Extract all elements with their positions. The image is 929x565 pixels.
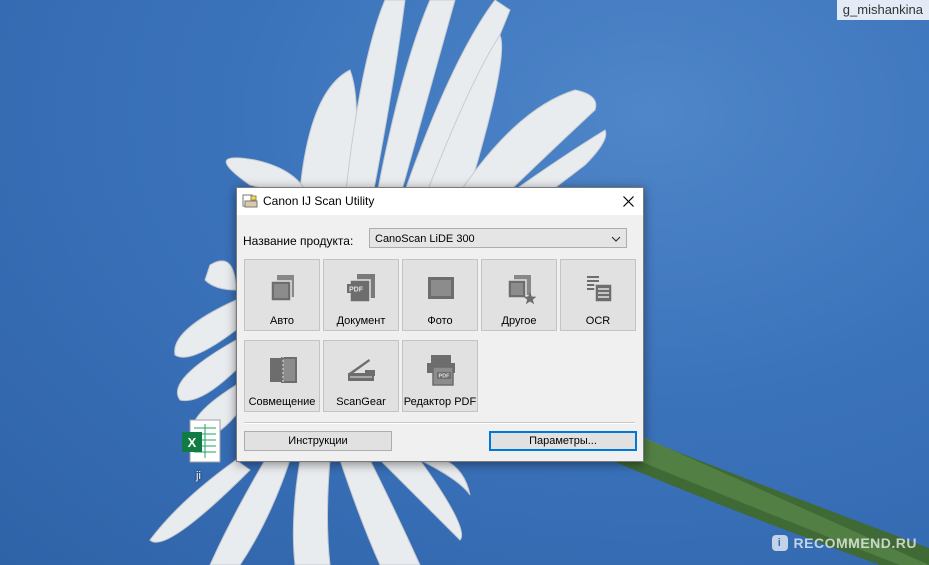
pdf-editor-badge-text: PDF <box>439 374 451 380</box>
stitch-icon <box>270 356 297 384</box>
close-icon <box>622 196 634 207</box>
scangear-label: ScanGear <box>336 396 386 408</box>
footer-divider <box>244 422 635 424</box>
window-title: Canon IJ Scan Utility <box>263 194 375 208</box>
desktop-excel-file[interactable]: X ji <box>178 418 226 482</box>
product-select-value: CanoScan LiDE 300 <box>375 233 475 245</box>
settings-button[interactable]: Параметры... <box>489 431 637 451</box>
auto-scan-label: Авто <box>270 315 294 327</box>
chevron-down-icon <box>611 236 621 242</box>
scangear-icon <box>348 359 375 381</box>
document-scan-label: Документ <box>336 315 386 327</box>
ocr-button[interactable]: OCR <box>560 259 636 331</box>
scan-utility-window: Canon IJ Scan Utility Название продукта:… <box>236 187 644 462</box>
title-bar[interactable]: Canon IJ Scan Utility <box>237 188 643 215</box>
custom-scan-icon <box>507 275 537 305</box>
username-watermark: g_mishankina <box>836 0 929 20</box>
brand-logo-icon: i <box>771 535 788 551</box>
ocr-label: OCR <box>585 315 611 327</box>
product-select[interactable]: CanoScan LiDE 300 <box>369 228 627 248</box>
svg-text:X: X <box>188 435 197 450</box>
photo-scan-button[interactable]: Фото <box>402 259 478 331</box>
scanner-app-icon <box>242 194 258 208</box>
pdf-editor-label: Редактор PDF <box>403 396 477 408</box>
pdf-editor-icon: PDF <box>427 355 455 386</box>
stitch-label: Совмещение <box>248 396 316 408</box>
brand-name: RECOMMEND.RU <box>793 535 917 551</box>
product-name-label: Название продукта: <box>243 234 354 248</box>
ocr-icon <box>587 276 613 303</box>
instructions-button[interactable]: Инструкции <box>244 431 392 451</box>
desktop-file-label: ji <box>196 470 201 482</box>
pdf-badge-text: PDF <box>349 287 364 294</box>
custom-scan-button[interactable]: Другое <box>481 259 557 331</box>
site-watermark: i RECOMMEND.RU <box>771 535 917 551</box>
close-button[interactable] <box>613 188 643 215</box>
auto-scan-icon <box>270 275 294 302</box>
pdf-editor-button[interactable]: PDF Редактор PDF <box>402 340 478 412</box>
excel-file-icon: X <box>182 419 221 463</box>
stitch-button[interactable]: Совмещение <box>244 340 320 412</box>
photo-icon <box>428 277 454 299</box>
custom-scan-label: Другое <box>501 315 537 327</box>
document-scan-button[interactable]: PDF Документ <box>323 259 399 331</box>
document-pdf-icon: PDF <box>347 274 375 303</box>
scangear-button[interactable]: ScanGear <box>323 340 399 412</box>
photo-scan-label: Фото <box>427 315 453 327</box>
auto-scan-button[interactable]: Авто <box>244 259 320 331</box>
